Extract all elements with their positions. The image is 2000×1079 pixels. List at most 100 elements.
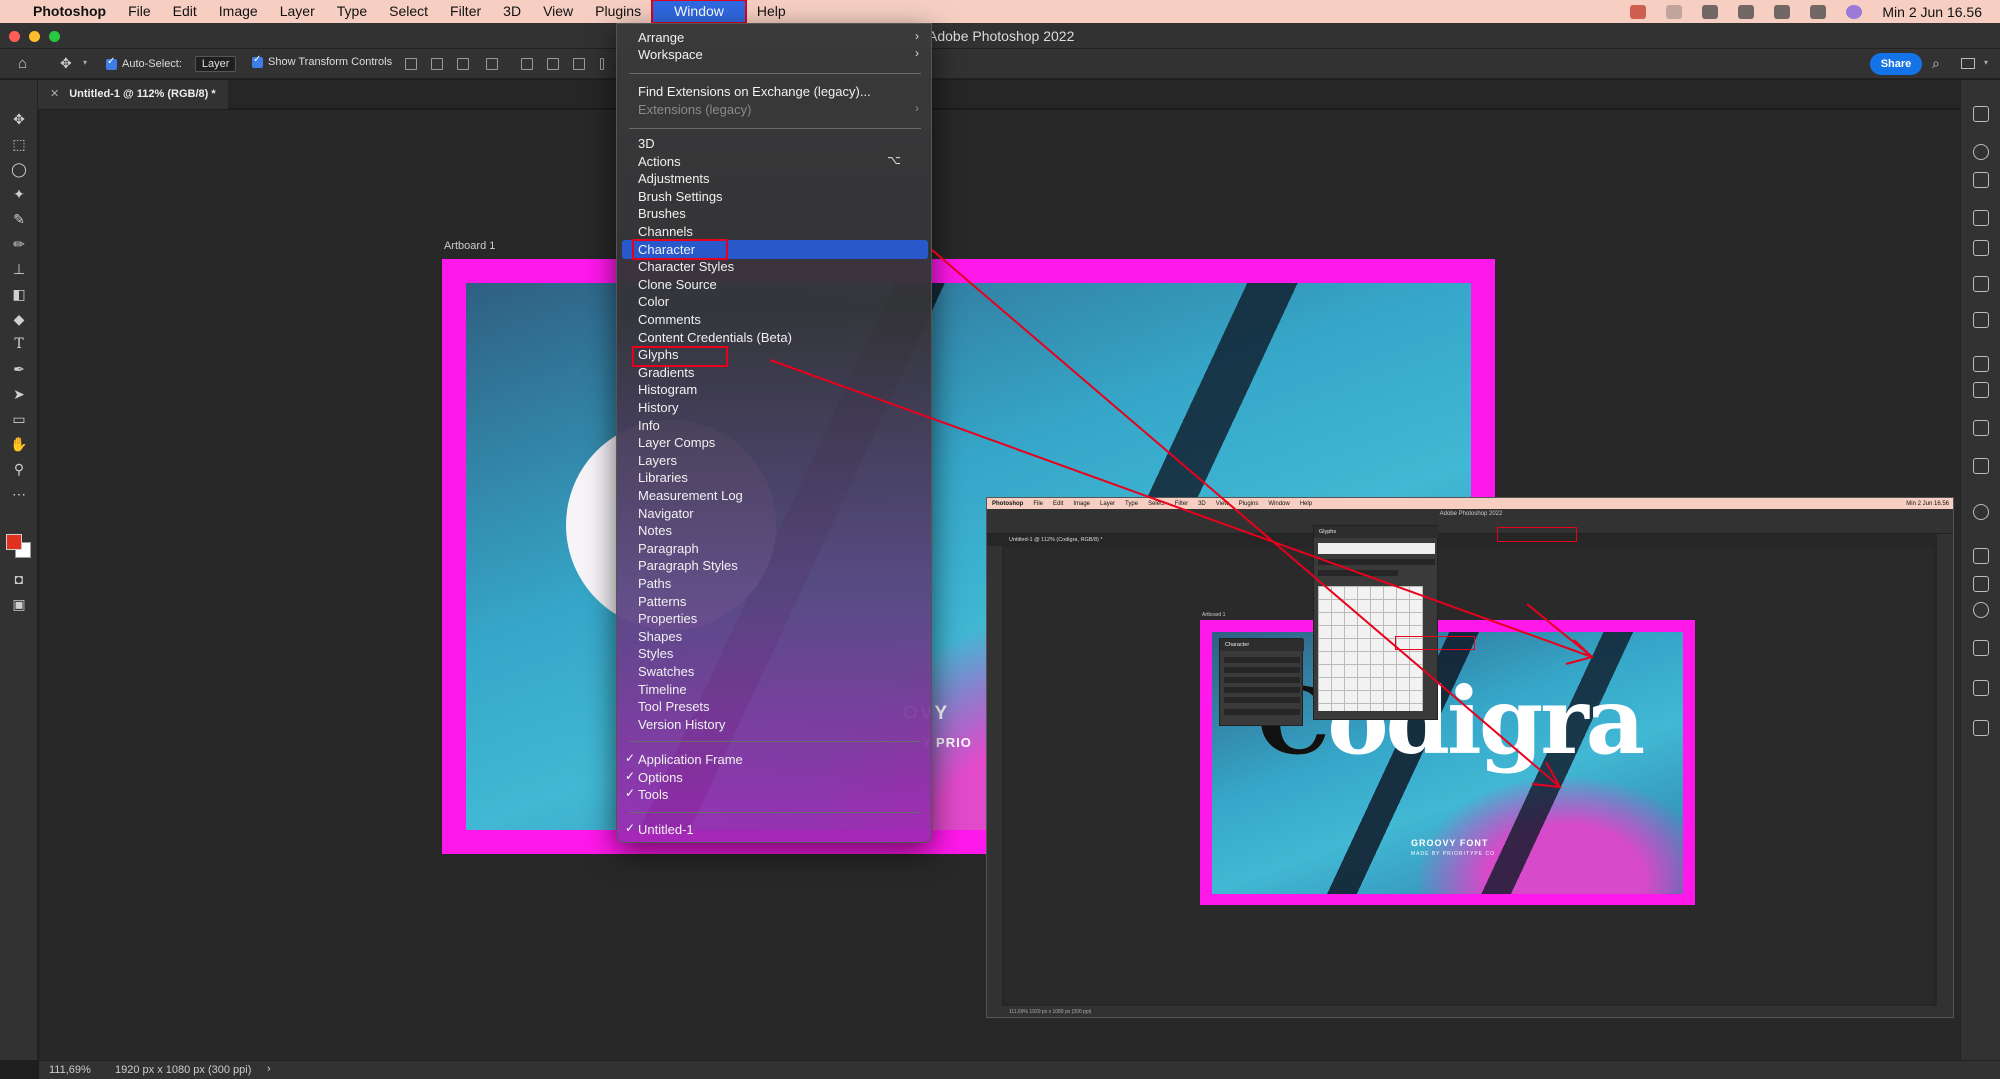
spotlight-search-icon[interactable] <box>1774 4 1791 19</box>
search-icon[interactable]: ⌕ <box>1932 55 1940 72</box>
menu-item-3d[interactable]: 3D <box>638 135 655 152</box>
menu-app-name[interactable]: Photoshop <box>22 0 117 23</box>
document-tab[interactable]: ✕ Untitled-1 @ 112% (RGB/8) * <box>38 80 228 109</box>
menu-filter[interactable]: Filter <box>439 0 492 23</box>
home-icon[interactable]: ⌂ <box>18 55 27 72</box>
align-left-icon[interactable] <box>405 58 417 70</box>
siri-icon[interactable] <box>1846 4 1863 19</box>
close-tab-icon[interactable]: ✕ <box>50 88 59 100</box>
artboard-label[interactable]: Artboard 1 <box>444 240 495 252</box>
menu-item-adjustments[interactable]: Adjustments <box>638 170 710 187</box>
menu-item-swatches[interactable]: Swatches <box>638 663 694 680</box>
brush-settings-icon[interactable] <box>1973 210 1989 226</box>
minimize-window-button[interactable] <box>29 31 40 42</box>
menu-image[interactable]: Image <box>208 0 269 23</box>
menu-edit[interactable]: Edit <box>162 0 208 23</box>
menu-file[interactable]: File <box>117 0 162 23</box>
path-selection-tool-icon[interactable]: ➤ <box>10 385 28 403</box>
align-bottom-icon[interactable] <box>573 58 585 70</box>
creative-cloud-icon[interactable] <box>1630 4 1647 19</box>
info-icon[interactable] <box>1973 504 1989 520</box>
menu-window[interactable]: Window <box>651 0 747 24</box>
distribute-icon[interactable] <box>486 58 498 70</box>
auto-select-dropdown[interactable]: Layer <box>194 56 237 72</box>
more-tools-icon[interactable]: ⋯ <box>10 485 28 503</box>
rectangle-tool-icon[interactable]: ▭ <box>10 410 28 428</box>
menu-item-layer-comps[interactable]: Layer Comps <box>638 434 715 451</box>
lasso-tool-icon[interactable]: ◯ <box>10 160 28 178</box>
zoom-window-button[interactable] <box>49 31 60 42</box>
menu-item-tools[interactable]: Tools <box>638 786 668 803</box>
menu-item-history[interactable]: History <box>638 399 678 416</box>
eyedropper-tool-icon[interactable]: ✎ <box>10 210 28 228</box>
menu-3d[interactable]: 3D <box>492 0 532 23</box>
move-tool-icon[interactable]: ✥ <box>10 110 28 128</box>
menu-item-brushes[interactable]: Brushes <box>638 205 686 222</box>
menu-item-libraries[interactable]: Libraries <box>638 469 688 486</box>
paragraph-styles-icon[interactable] <box>1973 356 1989 372</box>
foreground-color-swatch[interactable] <box>6 534 22 550</box>
screen-mode-icon[interactable]: ▣ <box>10 595 28 613</box>
menu-type[interactable]: Type <box>326 0 378 23</box>
move-tool-icon[interactable]: ✥ <box>60 55 72 72</box>
properties-icon[interactable] <box>1973 640 1989 656</box>
user-icon[interactable] <box>1666 4 1683 19</box>
tools-presets-icon[interactable] <box>1973 420 1989 436</box>
color-panel-icon[interactable] <box>1973 144 1989 160</box>
align-right-icon[interactable] <box>457 58 469 70</box>
menu-item-arrange[interactable]: Arrange <box>638 29 684 46</box>
3d-icon[interactable] <box>1973 548 1989 564</box>
menu-item-workspace[interactable]: Workspace <box>638 46 703 63</box>
menu-item-layers[interactable]: Layers <box>638 452 677 469</box>
auto-select-checkbox[interactable] <box>106 56 117 70</box>
chevron-down-icon[interactable]: ▾ <box>1984 58 1988 67</box>
quick-mask-icon[interactable]: ◘ <box>10 570 28 588</box>
more-align-icon[interactable] <box>600 58 604 70</box>
menu-item-paragraph[interactable]: Paragraph <box>638 540 699 557</box>
menu-item-paths[interactable]: Paths <box>638 575 671 592</box>
paint-bucket-tool-icon[interactable]: ◆ <box>10 310 28 328</box>
transform-controls-checkbox[interactable] <box>252 54 263 68</box>
align-center-icon[interactable] <box>431 58 443 70</box>
pen-tool-icon[interactable]: ✒ <box>10 360 28 378</box>
navigator-icon[interactable] <box>1973 458 1989 474</box>
menu-item-styles[interactable]: Styles <box>638 645 673 662</box>
control-center-icon[interactable] <box>1810 4 1827 19</box>
menu-layer[interactable]: Layer <box>269 0 326 23</box>
menu-item-shapes[interactable]: Shapes <box>638 628 682 645</box>
zoom-level[interactable]: 111,69% <box>49 1064 91 1076</box>
menu-help[interactable]: Help <box>746 0 797 23</box>
menu-item-timeline[interactable]: Timeline <box>638 681 687 698</box>
menu-item-info[interactable]: Info <box>638 417 660 434</box>
workspace-switcher-icon[interactable] <box>1961 58 1975 69</box>
menu-item-notes[interactable]: Notes <box>638 522 672 539</box>
menu-plugins[interactable]: Plugins <box>584 0 652 23</box>
menu-item-measurement-log[interactable]: Measurement Log <box>638 487 743 504</box>
magic-wand-tool-icon[interactable]: ✦ <box>10 185 28 203</box>
brush-tool-icon[interactable]: ✏ <box>10 235 28 253</box>
glyphs-icon[interactable] <box>1973 680 1989 696</box>
clone-source-icon[interactable] <box>1973 276 1989 292</box>
menu-item-version-history[interactable]: Version History <box>638 716 725 733</box>
menu-select[interactable]: Select <box>378 0 439 23</box>
menu-item-tool-presets[interactable]: Tool Presets <box>638 698 710 715</box>
layers-icon[interactable] <box>1973 576 1989 592</box>
menu-item-content-credentials-beta[interactable]: Content Credentials (Beta) <box>638 329 792 346</box>
menu-item-character-styles[interactable]: Character Styles <box>638 258 734 275</box>
menu-item-navigator[interactable]: Navigator <box>638 505 694 522</box>
menu-item-properties[interactable]: Properties <box>638 610 697 627</box>
link-icon[interactable] <box>1702 4 1719 19</box>
stamp-tool-icon[interactable]: ⊥ <box>10 260 28 278</box>
fx-styles-icon[interactable] <box>1973 172 1989 188</box>
align-middle-icon[interactable] <box>547 58 559 70</box>
menu-item-comments[interactable]: Comments <box>638 311 701 328</box>
menu-item-untitled-1[interactable]: Untitled-1 <box>638 821 694 838</box>
menu-view[interactable]: View <box>532 0 584 23</box>
menu-item-application-frame[interactable]: Application Frame <box>638 751 743 768</box>
menu-item-options[interactable]: Options <box>638 769 683 786</box>
align-top-icon[interactable] <box>521 58 533 70</box>
eject-icon[interactable] <box>1738 4 1755 19</box>
zoom-tool-icon[interactable]: ⚲ <box>10 460 28 478</box>
character-icon[interactable] <box>1973 720 1989 736</box>
menu-item-color[interactable]: Color <box>638 293 669 310</box>
